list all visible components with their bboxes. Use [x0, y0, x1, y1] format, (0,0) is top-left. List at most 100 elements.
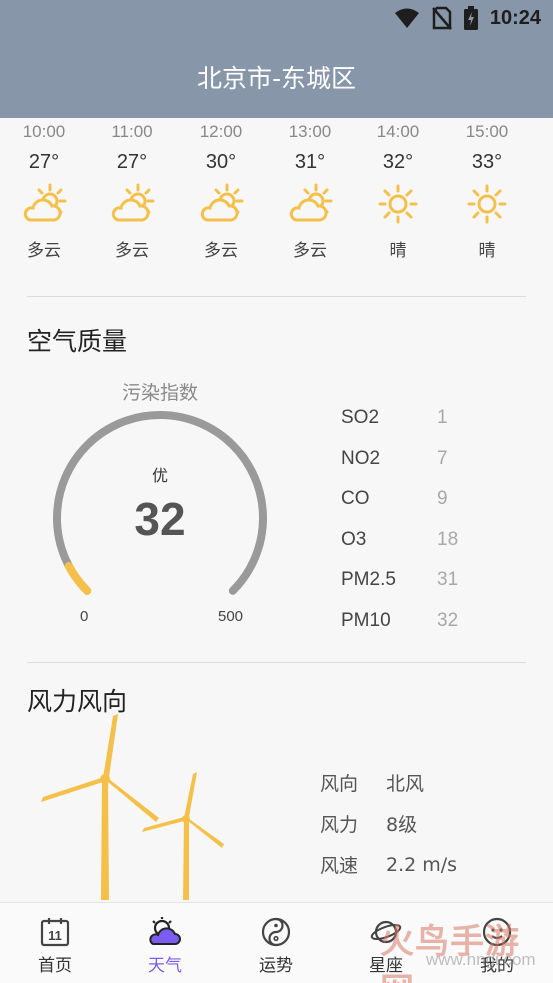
- pollutant-name: NO2: [341, 447, 381, 469]
- hour-time: 11:00: [111, 122, 153, 141]
- pollutant-name: PM10: [341, 609, 391, 631]
- pollutant-value: 31: [437, 569, 459, 591]
- air-quality-title: 空气质量: [27, 327, 128, 356]
- hour-temp: 27°: [116, 151, 148, 173]
- nav-label-home: 首页: [38, 956, 72, 976]
- pollutant-row: PM2.5 31: [341, 560, 521, 601]
- wind-key: 风力: [320, 814, 359, 836]
- hour-temp: 32°: [382, 151, 414, 173]
- sunny-icon: [467, 184, 507, 224]
- pollutant-name: CO: [341, 488, 370, 510]
- windmill-blade: [142, 816, 188, 832]
- pollutant-value: 1: [437, 407, 448, 429]
- windmill-tower-large: [101, 778, 109, 900]
- pollutant-row: PM10 32: [341, 601, 521, 642]
- pollutant-list: SO2 1 NO2 7 CO 9 O3 18 PM2.5 31 PM10 32: [341, 398, 521, 641]
- wind-row: 风力 8级: [320, 803, 457, 844]
- wind-value: 北风: [386, 773, 425, 795]
- windmill-illustration: [41, 714, 224, 900]
- hour-desc: 多云: [115, 241, 149, 261]
- pollutant-value: 7: [437, 447, 448, 469]
- hourly-item: 13:00 31° 多云: [266, 118, 354, 261]
- hour-time: 13:00: [288, 122, 332, 141]
- page-title[interactable]: 北京市-东城区: [197, 59, 356, 95]
- weather-icon: [149, 917, 181, 945]
- sunny-icon: [378, 184, 418, 224]
- wind-row: 风向 北风: [320, 762, 457, 803]
- wind-value: 8级: [386, 814, 418, 836]
- app-header: 北京市-东城区: [0, 36, 553, 118]
- partly-cloudy-icon: [200, 183, 244, 222]
- battery-charging-icon: [463, 6, 478, 30]
- windmill-blade: [103, 714, 118, 778]
- no-sim-icon: [431, 6, 452, 30]
- hourly-item: 14:00 32° 晴: [354, 118, 442, 261]
- divider: [27, 296, 526, 297]
- wind-key: 风速: [320, 855, 359, 877]
- wind-info: 风向 北风 风力 8级 风速 2.2 m/s: [320, 762, 457, 885]
- aqi-gauge: 污染指数 优 32 0 500: [40, 370, 280, 630]
- nav-item-fortune[interactable]: 运势: [221, 903, 331, 983]
- hour-temp: 31°: [294, 151, 326, 173]
- pollutant-name: SO2: [341, 407, 380, 429]
- pollutant-name: O3: [341, 528, 367, 550]
- windmill-blade: [105, 776, 159, 822]
- hour-time: 12:00: [199, 122, 243, 141]
- status-icons: 10:24: [394, 6, 541, 30]
- pollutant-value: 32: [437, 609, 459, 631]
- windmill-blade: [184, 772, 197, 818]
- status-time: 10:24: [489, 6, 541, 29]
- wind-key: 风向: [320, 773, 359, 795]
- gauge-fill: [64, 561, 92, 595]
- wind-value: 2.2 m/s: [386, 853, 458, 876]
- wifi-icon: [394, 8, 419, 28]
- hourly-forecast[interactable]: 10:00 27° 多云 11:00 27° 多云 12:00 30° 多云 1…: [0, 118, 553, 268]
- wind-row: 风速 2.2 m/s: [320, 844, 457, 885]
- hour-temp: 33°: [471, 151, 503, 173]
- pollutant-row: NO2 7: [341, 439, 521, 480]
- hour-desc: 晴: [478, 241, 496, 261]
- partly-cloudy-icon: [111, 183, 155, 222]
- aqi-value: 32: [134, 493, 186, 545]
- calendar-icon: 11: [40, 918, 70, 947]
- hour-temp: 30°: [205, 151, 237, 173]
- gauge-label: 污染指数: [121, 382, 198, 404]
- hour-temp: 27°: [28, 151, 60, 173]
- nav-item-home[interactable]: 11 首页: [0, 903, 110, 983]
- pollutant-value: 18: [437, 528, 459, 550]
- windmill-tower-small: [183, 818, 189, 900]
- divider: [27, 662, 526, 663]
- gauge-min: 0: [80, 608, 89, 625]
- nav-item-weather[interactable]: 天气: [110, 903, 220, 983]
- yin-yang-icon: [261, 917, 291, 947]
- pollutant-row: O3 18: [341, 520, 521, 561]
- hourly-item: 10:00 27° 多云: [0, 118, 88, 261]
- calendar-icon-text: 11: [48, 928, 62, 943]
- partly-cloudy-icon: [23, 183, 67, 222]
- watermark-text: 火鸟手游网: [380, 922, 520, 983]
- hourly-item: 12:00 30° 多云: [177, 118, 265, 261]
- hourly-item: 15:00 33° 晴: [443, 118, 531, 261]
- hour-desc: 晴: [389, 241, 407, 261]
- nav-label-weather: 天气: [148, 956, 182, 976]
- hour-time: 15:00: [465, 122, 509, 141]
- partly-cloudy-icon: [289, 183, 333, 222]
- hour-time: 10:00: [22, 122, 66, 141]
- hour-desc: 多云: [293, 241, 327, 261]
- aqi-level: 优: [151, 466, 168, 485]
- hour-desc: 多云: [27, 241, 61, 261]
- watermark: 火鸟手游网 www.hngi.com: [370, 914, 545, 983]
- pollutant-row: CO 9: [341, 479, 521, 520]
- gauge-max: 500: [218, 608, 244, 625]
- status-bar: 10:24: [0, 0, 553, 36]
- pollutant-row: SO2 1: [341, 398, 521, 439]
- pollutant-name: PM2.5: [341, 569, 396, 591]
- windmill-blade: [41, 776, 107, 802]
- pollutant-value: 9: [437, 488, 448, 510]
- watermark-url: www.hngi.com: [426, 950, 536, 969]
- nav-label-fortune: 运势: [259, 956, 293, 976]
- hourly-item: 11:00 27° 多云: [88, 118, 176, 261]
- windmill-blade: [185, 816, 224, 848]
- hour-time: 14:00: [376, 122, 420, 141]
- hour-desc: 多云: [204, 241, 238, 261]
